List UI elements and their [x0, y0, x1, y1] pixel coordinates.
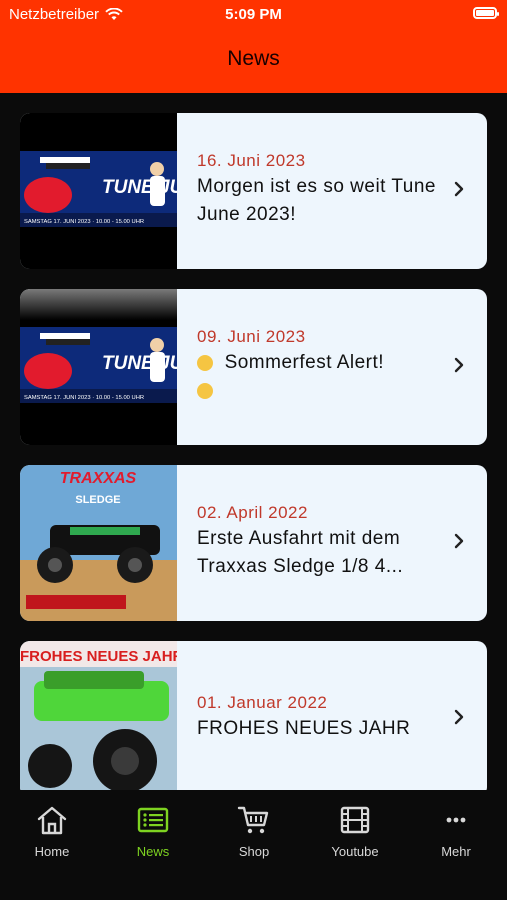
tab-label: News — [136, 844, 170, 859]
smiley-emoji-icon — [197, 382, 213, 399]
status-bar: Netzbetreiber 5:09 PM — [0, 6, 507, 24]
chevron-right-icon — [454, 709, 464, 725]
news-date: 02. April 2022 — [197, 503, 308, 522]
tab-label: Home — [34, 844, 70, 859]
news-title: Erste Ausfahrt mit dem Traxxas Sledge 1/… — [197, 528, 404, 577]
smiley-emoji-icon — [197, 354, 213, 371]
news-date: 16. Juni 2023 — [197, 151, 306, 170]
chevron-right-icon — [454, 357, 464, 373]
tab-news[interactable]: News — [103, 804, 203, 859]
thumb-traxxas-brand: TRAXXAS — [60, 470, 137, 487]
home-icon — [37, 806, 67, 835]
page-title: News — [227, 47, 280, 70]
thumb-tune-june-text: TUNE JUNE — [102, 353, 177, 374]
more-icon — [446, 817, 466, 823]
news-title-block: Sommerfest Alert! — [197, 349, 447, 405]
news-card[interactable]: TUNE JUNE SAMSTAG 17. JUNI 2023 · 10.00 … — [20, 289, 487, 445]
tab-home[interactable]: Home — [2, 804, 102, 859]
news-title: FROHES NEUES JAHR — [197, 718, 411, 739]
news-list-icon — [137, 807, 169, 833]
news-thumbnail-sommerfest: TUNE JUNE SAMSTAG 17. JUNI 2023 · 10.00 … — [20, 289, 177, 445]
news-title: Sommerfest Alert! — [224, 352, 385, 373]
news-date: 09. Juni 2023 — [197, 327, 306, 346]
news-card[interactable]: FROHES NEUES JAHR 01. Januar 2022 FROHES… — [20, 641, 487, 790]
thumb-tune-june-subtext: SAMSTAG 17. JUNI 2023 · 10.00 - 15.00 UH… — [24, 395, 144, 401]
status-time: 5:09 PM — [225, 6, 282, 23]
tab-more[interactable]: Mehr — [406, 804, 506, 859]
thumb-traxxas-model: SLEDGE — [75, 494, 120, 506]
film-icon — [340, 806, 370, 834]
cart-icon — [237, 806, 269, 834]
chevron-right-icon — [454, 533, 464, 549]
news-title: Morgen ist es so weit Tune June 2023! — [197, 176, 436, 225]
thumb-tune-june-text: TUNE JUNE — [102, 177, 177, 198]
thumb-tune-june-subtext: SAMSTAG 17. JUNI 2023 · 10.00 - 15.00 UH… — [24, 219, 144, 225]
app-header: Netzbetreiber 5:09 PM News — [0, 0, 507, 93]
news-thumbnail-tune-june: TUNE JUNE SAMSTAG 17. JUNI 2023 · 10.00 … — [20, 113, 177, 269]
news-date: 01. Januar 2022 — [197, 693, 328, 712]
thumb-neujahr-text: FROHES NEUES JAHR — [20, 648, 177, 665]
tab-label: Youtube — [331, 844, 379, 859]
news-thumbnail-traxxas: TRAXXAS SLEDGE — [20, 465, 177, 621]
news-thumbnail-neujahr: FROHES NEUES JAHR — [20, 641, 177, 790]
tab-label: Shop — [238, 844, 270, 859]
battery-icon — [473, 7, 499, 19]
chevron-right-icon — [454, 181, 464, 197]
tab-youtube[interactable]: Youtube — [305, 804, 405, 859]
tab-shop[interactable]: Shop — [204, 804, 304, 859]
tab-label: Mehr — [441, 844, 471, 859]
news-card[interactable]: TUNE JUNE SAMSTAG 17. JUNI 2023 · 10.00 … — [20, 113, 487, 269]
news-list[interactable]: TUNE JUNE SAMSTAG 17. JUNI 2023 · 10.00 … — [0, 93, 507, 790]
tab-bar: Home News Shop Youtube Mehr — [0, 790, 507, 900]
news-card[interactable]: TRAXXAS SLEDGE 02. April 2022 Erste Ausf… — [20, 465, 487, 621]
